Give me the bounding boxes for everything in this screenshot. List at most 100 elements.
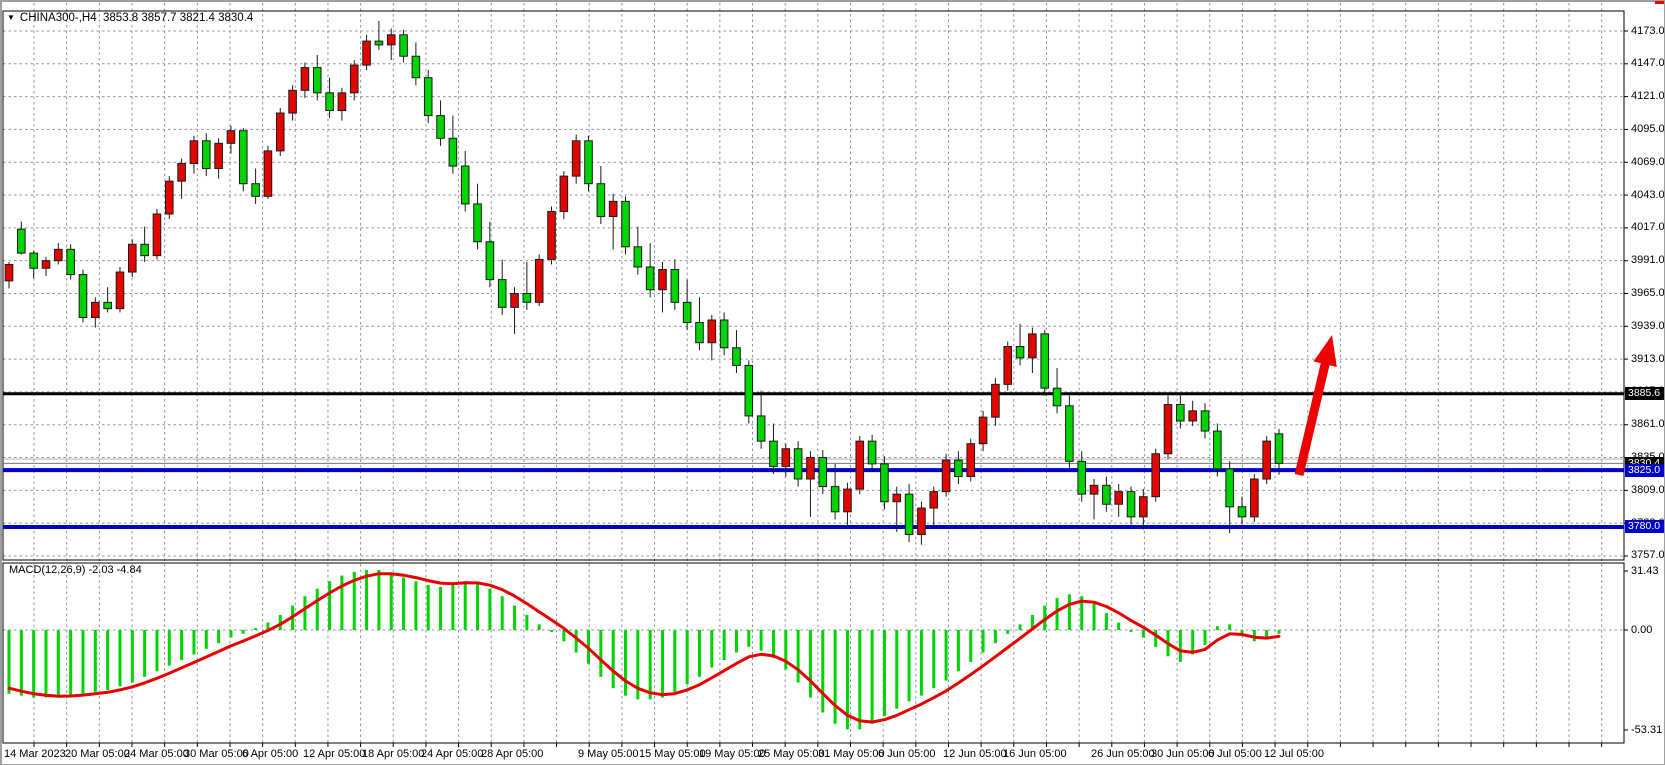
price-axis-label: 4069.0 [1631,156,1665,169]
date-axis-label: 6 Apr 05:00 [242,748,298,761]
candle-bullish [5,264,13,280]
candle-bearish [696,323,704,343]
price-axis-label: 3913.0 [1631,353,1665,366]
date-axis-label: 19 May 05:00 [699,748,766,761]
candle-bearish [474,204,482,242]
price-axis-label: 3965.0 [1631,287,1665,300]
candle-bearish [831,487,839,512]
date-axis-label: 12 Jun 05:00 [943,748,1007,761]
candle-bearish [67,249,75,274]
candle-bullish [276,113,284,151]
candle-bullish [893,494,901,502]
candle-bearish [437,116,445,139]
candle-bullish [301,68,309,91]
price-axis-label: 4173.0 [1631,25,1665,38]
candle-bullish [560,176,568,211]
candle-bearish [326,93,334,111]
candle-bullish [1115,492,1123,505]
candle-bearish [461,166,469,204]
candle-bullish [572,141,580,176]
price-badge-3780.0: 3780.0 [1625,520,1665,533]
price-axis-label: 3861.0 [1631,418,1665,431]
price-badge-3825.0: 3825.0 [1625,464,1665,477]
candle-bullish [387,35,395,45]
candle-bullish [979,417,987,444]
macd-signal-line [9,574,1279,722]
candle-bullish [153,214,161,256]
candle-bullish [511,293,519,307]
date-axis-label: 20 Mar 05:00 [65,748,130,761]
candle-bullish [190,141,198,164]
candle-bullish [92,302,100,317]
candle-bearish [1201,411,1209,431]
date-axis-label: 30 Jun 05:00 [1151,748,1215,761]
candle-bullish [215,143,223,168]
macd-axis-label: 31.43 [1631,565,1659,578]
candle-bullish [535,259,543,302]
candle-bearish [794,449,802,479]
trading-chart-window: ▼CHINA300-,H4 3853.8 3857.7 3821.4 3830.… [0,0,1665,765]
candle-bullish [1090,485,1098,494]
price-axis-label: 3991.0 [1631,254,1665,267]
recording-corner-mark [1655,1,1665,4]
candle-bullish [942,460,950,492]
candle-bearish [1127,492,1135,517]
candle-bearish [486,242,494,280]
price-axis-label: 3939.0 [1631,320,1665,333]
candle-bearish [955,460,963,476]
candle-bearish [905,494,913,534]
candle-bullish [1152,454,1160,497]
candle-bearish [1177,405,1185,421]
candle-bearish [733,348,741,366]
candle-bullish [659,270,667,290]
date-axis-label: 9 May 05:00 [578,748,639,761]
candle-bullish [1029,334,1037,358]
candle-bearish [597,184,605,217]
date-axis-label: 14 Mar 2023 [4,748,66,761]
candle-bearish [104,302,112,308]
chart-canvas[interactable] [1,1,1665,765]
candle-bullish [178,164,186,182]
symbol-dropdown-icon[interactable]: ▼ [7,13,15,22]
price-axis-label: 4095.0 [1631,123,1665,136]
candle-bearish [757,416,765,441]
macd-main-value: -2.03 [88,564,113,576]
candle-bullish [55,249,63,260]
candle-bearish [1053,388,1061,406]
candle-bearish [881,464,889,502]
date-axis-label: 6 Jun 05:00 [878,748,936,761]
macd-axis-label: -53.31 [1631,724,1662,737]
candle-bullish [129,244,137,272]
candle-bullish [1004,347,1012,385]
date-axis-label: 28 Apr 05:00 [481,748,543,761]
candle-bullish [227,131,235,144]
candle-bearish [79,275,87,318]
candle-bullish [1164,405,1172,454]
candle-bearish [622,201,630,246]
macd-name: MACD(12,26,9) [9,564,85,576]
candle-bearish [1016,347,1024,358]
date-axis-label: 12 Jul 05:00 [1264,748,1324,761]
candle-bullish [548,211,556,259]
candle-bearish [585,141,593,184]
date-axis-label: 18 Apr 05:00 [362,748,424,761]
macd-signal-value: -4.84 [117,564,142,576]
date-axis-label: 31 May 05:00 [818,748,885,761]
candle-bullish [918,508,926,535]
up-arrow-annotation[interactable] [1295,335,1337,476]
window-border [2,2,1665,765]
candle-bearish [252,184,260,197]
candle-bearish [239,131,247,184]
macd-indicator-label: MACD(12,26,9) -2.03 -4.84 [9,564,142,576]
candle-bullish [264,151,272,196]
candle-bearish [449,138,457,166]
candle-bearish [375,41,383,45]
candle-bearish [1226,469,1234,507]
price-badge-3885.6: 3885.6 [1625,387,1665,400]
price-axis-label: 4121.0 [1631,90,1665,103]
candle-bullish [930,492,938,508]
candle-bearish [498,280,506,308]
date-axis-label: 30 Mar 05:00 [184,748,249,761]
symbol-period-label[interactable]: CHINA300-,H4 [20,12,97,24]
candle-bullish [807,458,815,479]
